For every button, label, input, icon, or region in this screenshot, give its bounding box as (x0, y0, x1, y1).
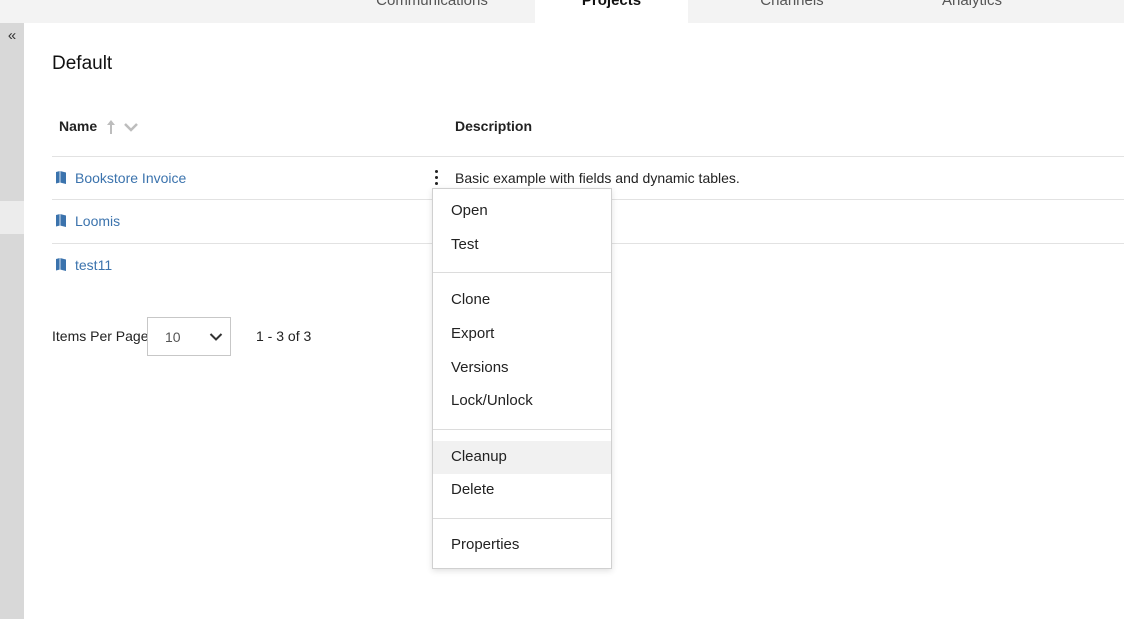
collapse-sidebar-button[interactable]: « (0, 23, 24, 49)
column-header-description: Description (455, 118, 533, 134)
top-tab-bar: Communications Projects Channels Analyti… (0, 0, 1124, 23)
menu-item-cleanup[interactable]: Cleanup (433, 441, 611, 474)
book-icon (56, 171, 66, 184)
context-menu: Open Test Clone Export Versions Lock/Unl… (432, 188, 612, 569)
pagination-range: 1 - 3 of 3 (256, 328, 312, 344)
kebab-menu-icon (430, 170, 442, 185)
items-per-page-select[interactable]: 10 (147, 317, 231, 356)
menu-item-lock-unlock[interactable]: Lock/Unlock (433, 385, 611, 418)
items-per-page-label: Items Per Page (52, 328, 149, 344)
project-description: Basic example with fields and dynamic ta… (455, 170, 740, 186)
tab-channels[interactable]: Channels (706, 0, 878, 23)
sidebar-rail: « (0, 23, 24, 619)
page-title: Default (52, 53, 113, 74)
project-link[interactable]: Bookstore Invoice (75, 170, 186, 186)
sort-ascending-icon[interactable] (104, 118, 118, 136)
project-link[interactable]: Loomis (75, 213, 120, 229)
menu-item-delete[interactable]: Delete (433, 474, 611, 507)
sidebar-rail-highlight (0, 201, 24, 234)
menu-item-clone[interactable]: Clone (433, 284, 611, 317)
double-chevron-left-icon: « (7, 27, 17, 44)
tab-projects[interactable]: Projects (535, 0, 688, 23)
chevron-down-icon[interactable] (123, 122, 139, 132)
menu-item-open[interactable]: Open (433, 195, 611, 228)
menu-item-test[interactable]: Test (433, 229, 611, 262)
tab-communications[interactable]: Communications (346, 0, 518, 23)
tab-analytics[interactable]: Analytics (886, 0, 1058, 23)
chevron-down-icon (209, 333, 223, 341)
menu-item-properties[interactable]: Properties (433, 529, 611, 562)
menu-separator (433, 429, 611, 430)
column-header-name[interactable]: Name (59, 118, 97, 134)
items-per-page-value: 10 (165, 329, 181, 345)
book-icon (56, 214, 66, 227)
project-link[interactable]: test11 (75, 257, 112, 273)
menu-item-export[interactable]: Export (433, 318, 611, 351)
menu-item-versions[interactable]: Versions (433, 352, 611, 385)
book-icon (56, 258, 66, 271)
menu-separator (433, 518, 611, 519)
menu-separator (433, 272, 611, 273)
